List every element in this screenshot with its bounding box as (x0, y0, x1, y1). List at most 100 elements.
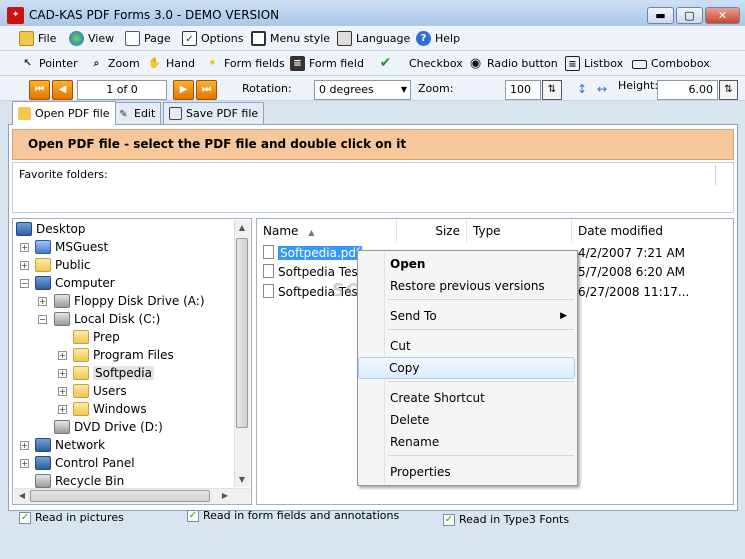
pdf-file-icon (263, 245, 274, 259)
collapse-icon[interactable]: − (20, 279, 29, 288)
tree-vertical-scroll-thumb[interactable] (236, 238, 248, 428)
height-input[interactable]: 6.00 (657, 80, 718, 100)
tree-item-desktop[interactable]: Desktop (16, 220, 86, 238)
menu-options[interactable]: ✓ Options (182, 26, 243, 50)
read-form-fields-checkbox[interactable]: ✓ Read in form fields and annotations (187, 509, 399, 522)
menu-item-properties[interactable]: Properties (360, 461, 575, 483)
menu-view[interactable]: View (69, 26, 114, 50)
favorite-folders-box[interactable] (12, 162, 734, 213)
expand-icon[interactable]: + (20, 441, 29, 450)
next-page-button[interactable]: ▶ (173, 80, 194, 100)
checkbox-tool[interactable]: ✔ Checkbox (378, 51, 463, 75)
expand-icon[interactable]: + (58, 387, 67, 396)
last-page-button[interactable]: ⏭ (196, 80, 217, 100)
tree-item-control-panel[interactable]: Control Panel (35, 454, 135, 472)
listbox-icon: ≡ (565, 55, 580, 71)
tree-item-dvd-drive[interactable]: DVD Drive (D:) (54, 418, 163, 436)
pointer-tool[interactable]: ↖ Pointer (20, 51, 77, 75)
menu-bar: File View Page ✓ Options Menu style Lang… (0, 26, 745, 51)
tree-item-program-files[interactable]: Program Files (73, 346, 174, 364)
expand-icon[interactable]: + (58, 369, 67, 378)
hand-tool[interactable]: ✋ Hand (147, 51, 195, 75)
combobox-tool[interactable]: Combobox (632, 51, 710, 75)
user-folder-icon (35, 240, 51, 254)
expand-icon[interactable]: + (20, 261, 29, 270)
page-number-field[interactable]: 1 of 0 (77, 80, 167, 100)
expand-icon[interactable]: + (20, 459, 29, 468)
next-page-icon: ▶ (179, 84, 188, 95)
previous-page-button[interactable]: ◀ (52, 80, 73, 100)
folder-icon (73, 348, 89, 362)
menu-item-delete[interactable]: Delete (360, 409, 575, 431)
tree-item-floppy-disk-drive[interactable]: Floppy Disk Drive (A:) (54, 292, 205, 310)
minimize-button[interactable]: ▬ (647, 7, 674, 24)
zoom-stepper-icon[interactable]: ⇅ (542, 80, 562, 100)
form-fields-tool[interactable]: ✶ Form fields (205, 51, 284, 75)
tree-item-msguest[interactable]: MSGuest (35, 238, 108, 256)
zoom-input[interactable]: 100 (505, 80, 541, 100)
column-header-type[interactable]: Type (467, 220, 572, 242)
tree-item-prep[interactable]: Prep (73, 328, 120, 346)
tree-item-windows[interactable]: Windows (73, 400, 147, 418)
expand-icon[interactable]: + (38, 297, 47, 306)
menu-item-cut[interactable]: Cut (360, 335, 575, 357)
expand-icon[interactable]: + (58, 351, 67, 360)
column-header-size[interactable]: Size (397, 220, 467, 242)
radio-button-tool[interactable]: ◉ Radio button (468, 51, 558, 75)
scroll-right-icon[interactable]: ▶ (218, 489, 232, 503)
folder-icon (73, 402, 89, 416)
tab-edit[interactable]: ✎ Edit (111, 102, 162, 124)
menu-help[interactable]: ? Help (416, 26, 460, 50)
menu-item-restore-previous-versions[interactable]: Restore previous versions (360, 275, 575, 297)
menu-menu-style[interactable]: Menu style (251, 26, 330, 50)
form-field-tool[interactable]: ≡ Form field (290, 51, 364, 75)
menu-item-send-to[interactable]: Send To ▶ (360, 305, 575, 327)
tab-save-pdf-file[interactable]: Save PDF file (163, 102, 265, 124)
tree-item-softpedia[interactable]: Softpedia (73, 364, 154, 382)
tree-item-computer[interactable]: Computer (35, 274, 115, 292)
menu-item-create-shortcut[interactable]: Create Shortcut (360, 387, 575, 409)
favorite-folders-label: Favorite folders: (19, 168, 108, 181)
tree-item-local-disk[interactable]: Local Disk (C:) (54, 310, 160, 328)
menu-language[interactable]: Language (337, 26, 410, 50)
menu-page[interactable]: Page (125, 26, 171, 50)
column-header-name[interactable]: Name ▲ (257, 220, 397, 242)
close-button[interactable]: ✕ (705, 7, 740, 24)
window-icon (251, 30, 266, 46)
height-stepper-icon[interactable]: ⇅ (719, 80, 738, 100)
sort-ascending-icon: ▲ (308, 228, 315, 237)
collapse-icon[interactable]: − (38, 315, 47, 324)
recycle-bin-icon (35, 474, 51, 488)
tree-horizontal-scroll-thumb[interactable] (30, 490, 210, 502)
combobox-icon (632, 59, 647, 69)
fit-width-icon[interactable]: ↔ (597, 82, 611, 99)
tree-item-network[interactable]: Network (35, 436, 105, 454)
menu-item-open[interactable]: Open (360, 253, 575, 275)
folder-icon (73, 384, 89, 398)
rotation-select[interactable]: 0 degrees ▼ (314, 80, 411, 100)
tab-open-pdf-file[interactable]: Open PDF file (12, 101, 116, 125)
read-pictures-checkbox[interactable]: ✓ Read in pictures (19, 511, 124, 524)
zoom-tool[interactable]: ⌕ Zoom (89, 51, 140, 75)
read-type3-fonts-checkbox[interactable]: ✓ Read in Type3 Fonts (443, 513, 569, 526)
first-page-button[interactable]: ⏮ (29, 80, 50, 100)
expand-icon[interactable]: + (58, 405, 67, 414)
listbox-tool[interactable]: ≡ Listbox (565, 51, 623, 75)
menu-file[interactable]: File (19, 26, 56, 50)
scroll-up-icon[interactable]: ▲ (235, 221, 249, 235)
scroll-down-icon[interactable]: ▼ (235, 473, 249, 487)
tree-item-public[interactable]: Public (35, 256, 91, 274)
column-header-date-modified[interactable]: Date modified (572, 220, 732, 242)
menu-item-copy[interactable]: Copy (358, 357, 575, 379)
tree-item-users[interactable]: Users (73, 382, 127, 400)
floppy-icon (54, 294, 70, 308)
file-row[interactable]: Softpedia Test (263, 263, 362, 281)
folder-icon (35, 258, 51, 272)
maximize-button[interactable]: ▢ (676, 7, 703, 24)
menu-item-rename[interactable]: Rename (360, 431, 575, 453)
scroll-left-icon[interactable]: ◀ (15, 489, 29, 503)
expand-icon[interactable]: + (20, 243, 29, 252)
fit-height-icon[interactable]: ↕ (577, 82, 589, 99)
network-icon (35, 438, 51, 452)
file-row[interactable]: Softpedia.pdf (263, 244, 363, 262)
